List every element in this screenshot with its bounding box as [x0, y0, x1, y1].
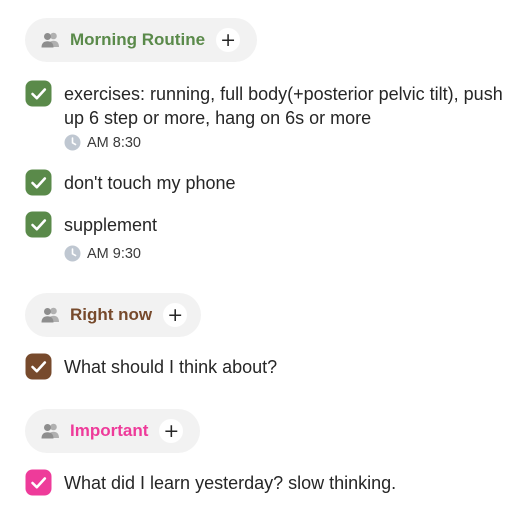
task-item[interactable]: What should I think about? [25, 353, 508, 381]
group-title: Morning Routine [70, 30, 206, 49]
people-icon [40, 306, 62, 324]
task-item[interactable]: exercises: running, full body(+posterior… [25, 80, 508, 155]
task-text: supplement [64, 215, 158, 235]
group-header-important[interactable]: Important + [25, 409, 200, 453]
task-text: What should I think about? [64, 357, 278, 377]
group-title: Right now [70, 305, 153, 324]
checked-checkbox[interactable] [25, 353, 52, 380]
task-time-label: AM 9:30 [87, 245, 141, 262]
add-task-button[interactable]: + [216, 28, 241, 52]
checked-checkbox[interactable] [25, 469, 52, 496]
people-icon [40, 422, 62, 440]
people-icon [40, 31, 62, 49]
group-header-right-now[interactable]: Right now + [25, 293, 201, 337]
todo-list: Morning Routine + exercises: running, fu… [0, 0, 518, 519]
task-item[interactable]: don't touch my phone [25, 169, 508, 197]
checked-checkbox[interactable] [25, 211, 52, 238]
add-task-button[interactable]: + [159, 419, 184, 443]
group-header-morning-routine[interactable]: Morning Routine + [25, 18, 257, 62]
group-title: Important [70, 421, 149, 440]
checked-checkbox[interactable] [25, 169, 52, 196]
task-item[interactable]: What did I learn yesterday? slow thinkin… [25, 469, 508, 497]
task-text: don't touch my phone [64, 173, 236, 193]
task-item[interactable]: supplement AM 9:30 [25, 211, 508, 265]
checked-checkbox[interactable] [25, 80, 52, 107]
task-text: exercises: running, full body(+posterior… [64, 84, 503, 128]
task-time: AM 8:30 [64, 134, 141, 151]
clock-icon [64, 245, 81, 262]
task-time: AM 9:30 [64, 245, 141, 262]
clock-icon [64, 134, 81, 151]
task-text: What did I learn yesterday? slow thinkin… [64, 473, 397, 493]
task-time-label: AM 8:30 [87, 134, 141, 151]
add-task-button[interactable]: + [163, 303, 188, 327]
